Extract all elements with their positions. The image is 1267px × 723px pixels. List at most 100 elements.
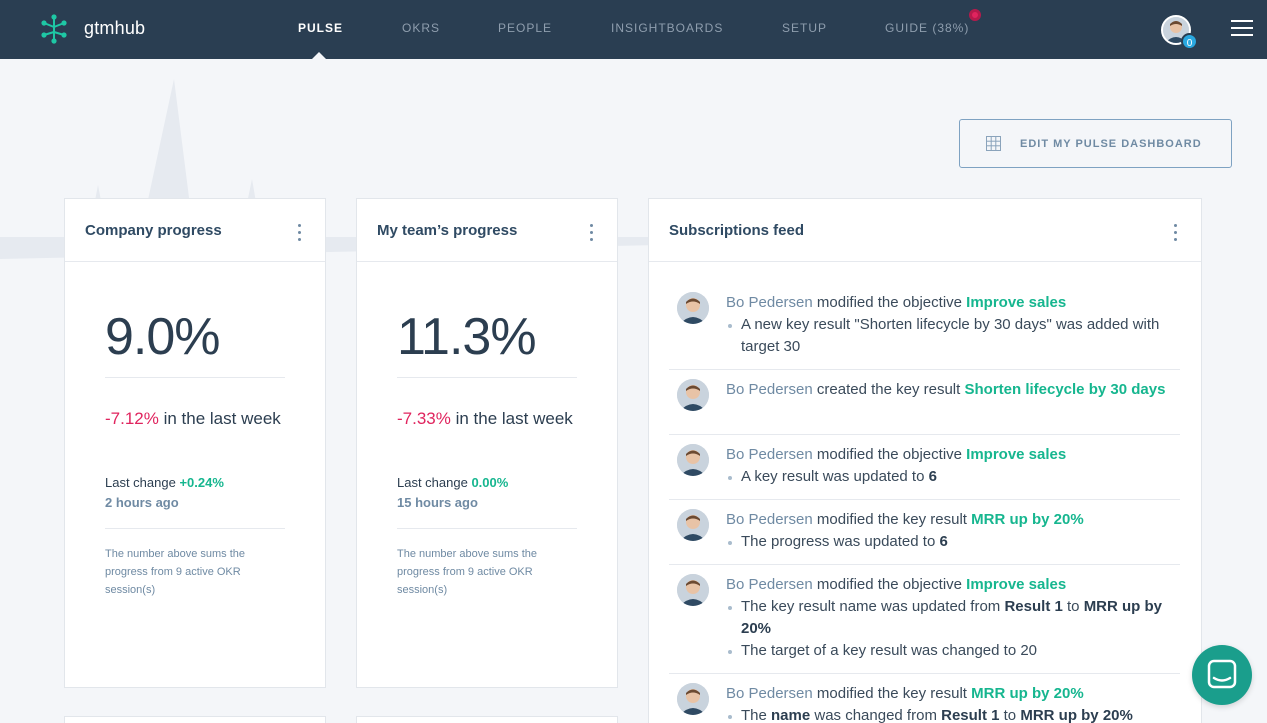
feed-action: modified the objective	[812, 294, 967, 311]
card-header: Subscriptions feed	[649, 199, 1201, 262]
nav-people[interactable]: PEOPLE	[498, 21, 552, 35]
feed-detail: The target of a key result was changed t…	[726, 640, 1180, 662]
feed-user-link[interactable]: Bo Pedersen	[726, 576, 813, 593]
last-change: Last change 0.00%	[397, 475, 508, 490]
feed-user-link[interactable]: Bo Pedersen	[726, 446, 813, 463]
feed-target-link[interactable]: Shorten lifecycle by 30 days	[964, 381, 1165, 398]
feed-body: Bo Pedersen modified the objective Impro…	[726, 574, 1180, 662]
team-progress-value: 11.3%	[397, 308, 537, 366]
divider	[105, 377, 285, 378]
last-change-time: 15 hours ago	[397, 495, 478, 510]
feed-target-link[interactable]: Improve sales	[966, 576, 1066, 593]
feed-target-link[interactable]: MRR up by 20%	[971, 685, 1084, 702]
card-title: My team’s progress	[377, 222, 518, 239]
more-options-icon[interactable]	[590, 224, 594, 242]
feed-target-link[interactable]: Improve sales	[966, 446, 1066, 463]
feed-user-link[interactable]: Bo Pedersen	[726, 381, 813, 398]
edit-dashboard-button[interactable]: EDIT MY PULSE DASHBOARD	[959, 119, 1232, 168]
company-progress-card: Company progress 9.0% -7.12% in the last…	[64, 198, 326, 688]
avatar[interactable]	[677, 509, 709, 541]
card-title: Subscriptions feed	[669, 222, 805, 239]
feed-action: modified the objective	[812, 446, 967, 463]
subscriptions-feed-card: Subscriptions feed Bo Pedersen modified …	[648, 198, 1202, 723]
feed-user-link[interactable]: Bo Pedersen	[726, 294, 813, 311]
feed-item: Bo Pedersen modified the objective Impro…	[669, 292, 1180, 370]
avatar-person-icon	[677, 444, 709, 476]
nav-pulse[interactable]: PULSE	[298, 21, 343, 35]
avatar[interactable]	[677, 683, 709, 715]
last-change: Last change +0.24%	[105, 475, 224, 490]
nav-okrs[interactable]: OKRS	[402, 21, 440, 35]
feed-body: Bo Pedersen modified the objective Impro…	[726, 444, 1180, 488]
feed-detail: The name was changed from Result 1 to MR…	[726, 705, 1180, 723]
feed-body: Bo Pedersen modified the key result MRR …	[726, 509, 1180, 553]
avatar[interactable]	[677, 379, 709, 411]
feed-target-link[interactable]: Improve sales	[966, 294, 1066, 311]
partial-card	[356, 716, 618, 723]
feed-detail: The key result name was updated from Res…	[726, 596, 1180, 640]
top-navigation: gtmhub PULSE OKRS PEOPLE INSIGHTBOARDS S…	[0, 0, 1267, 59]
avatar[interactable]	[677, 574, 709, 606]
weekly-change-suffix: in the last week	[450, 409, 573, 428]
divider	[105, 528, 285, 529]
last-change-value: +0.24%	[179, 475, 224, 490]
company-progress-value: 9.0%	[105, 308, 221, 366]
feed-user-link[interactable]: Bo Pedersen	[726, 685, 813, 702]
feed-action: modified the key result	[812, 685, 972, 702]
divider	[397, 528, 577, 529]
partial-card	[64, 716, 326, 723]
feed-action: created the key result	[812, 381, 965, 398]
feed-body: Bo Pedersen modified the objective Impro…	[726, 292, 1180, 358]
team-progress-card: My team’s progress 11.3% -7.33% in the l…	[356, 198, 618, 688]
feed-item: Bo Pedersen modified the objective Impro…	[669, 444, 1180, 500]
nav-insightboards[interactable]: INSIGHTBOARDS	[611, 21, 723, 35]
avatar[interactable]	[677, 444, 709, 476]
avatar-person-icon	[677, 509, 709, 541]
edit-dashboard-label: EDIT MY PULSE DASHBOARD	[1020, 138, 1202, 150]
feed-action: modified the objective	[812, 576, 967, 593]
avatar-person-icon	[677, 292, 709, 324]
feed-detail: A new key result "Shorten lifecycle by 3…	[726, 314, 1180, 358]
feed-detail: The progress was updated to 6	[726, 531, 1180, 553]
feed-item: Bo Pedersen modified the key result MRR …	[669, 683, 1180, 723]
nav-setup[interactable]: SETUP	[782, 21, 827, 35]
avatar-person-icon	[677, 574, 709, 606]
nav-guide[interactable]: GUIDE (38%)	[885, 21, 969, 35]
last-change-time: 2 hours ago	[105, 495, 179, 510]
card-header: Company progress	[65, 199, 325, 262]
avatar[interactable]	[677, 292, 709, 324]
feed-item: Bo Pedersen modified the key result MRR …	[669, 509, 1180, 565]
feed-target-link[interactable]: MRR up by 20%	[971, 511, 1084, 528]
feed-detail: A key result was updated to 6	[726, 466, 1180, 488]
weekly-change: -7.12% in the last week	[105, 409, 281, 429]
divider	[397, 377, 577, 378]
card-header: My team’s progress	[357, 199, 617, 262]
weekly-change-value: -7.33%	[397, 409, 451, 428]
feed-body: Bo Pedersen modified the key result MRR …	[726, 683, 1180, 723]
weekly-change-suffix: in the last week	[158, 409, 281, 428]
feed-item: Bo Pedersen created the key result Short…	[669, 379, 1180, 435]
last-change-value: 0.00%	[471, 475, 509, 490]
chat-launcher-button[interactable]	[1192, 645, 1252, 705]
avatar-person-icon	[677, 379, 709, 411]
chat-icon	[1207, 659, 1237, 689]
grid-icon	[986, 136, 1001, 151]
active-tab-caret	[312, 52, 326, 59]
guide-notification-dot	[969, 9, 981, 21]
more-options-icon[interactable]	[298, 224, 302, 242]
progress-note: The number above sums the progress from …	[397, 548, 538, 596]
progress-note: The number above sums the progress from …	[105, 548, 246, 596]
hamburger-menu-icon[interactable]	[1231, 20, 1253, 38]
card-title: Company progress	[85, 222, 222, 239]
weekly-change-value: -7.12%	[105, 409, 159, 428]
feed-user-link[interactable]: Bo Pedersen	[726, 511, 813, 528]
feed-body: Bo Pedersen created the key result Short…	[726, 379, 1180, 401]
more-options-icon[interactable]	[1174, 224, 1178, 242]
weekly-change: -7.33% in the last week	[397, 409, 573, 429]
feed-item: Bo Pedersen modified the objective Impro…	[669, 574, 1180, 674]
feed-action: modified the key result	[812, 511, 972, 528]
gtmhub-logo-icon[interactable]	[40, 14, 68, 44]
brand-name[interactable]: gtmhub	[84, 18, 145, 39]
notification-badge[interactable]: 0	[1181, 33, 1198, 50]
avatar-person-icon	[677, 683, 709, 715]
